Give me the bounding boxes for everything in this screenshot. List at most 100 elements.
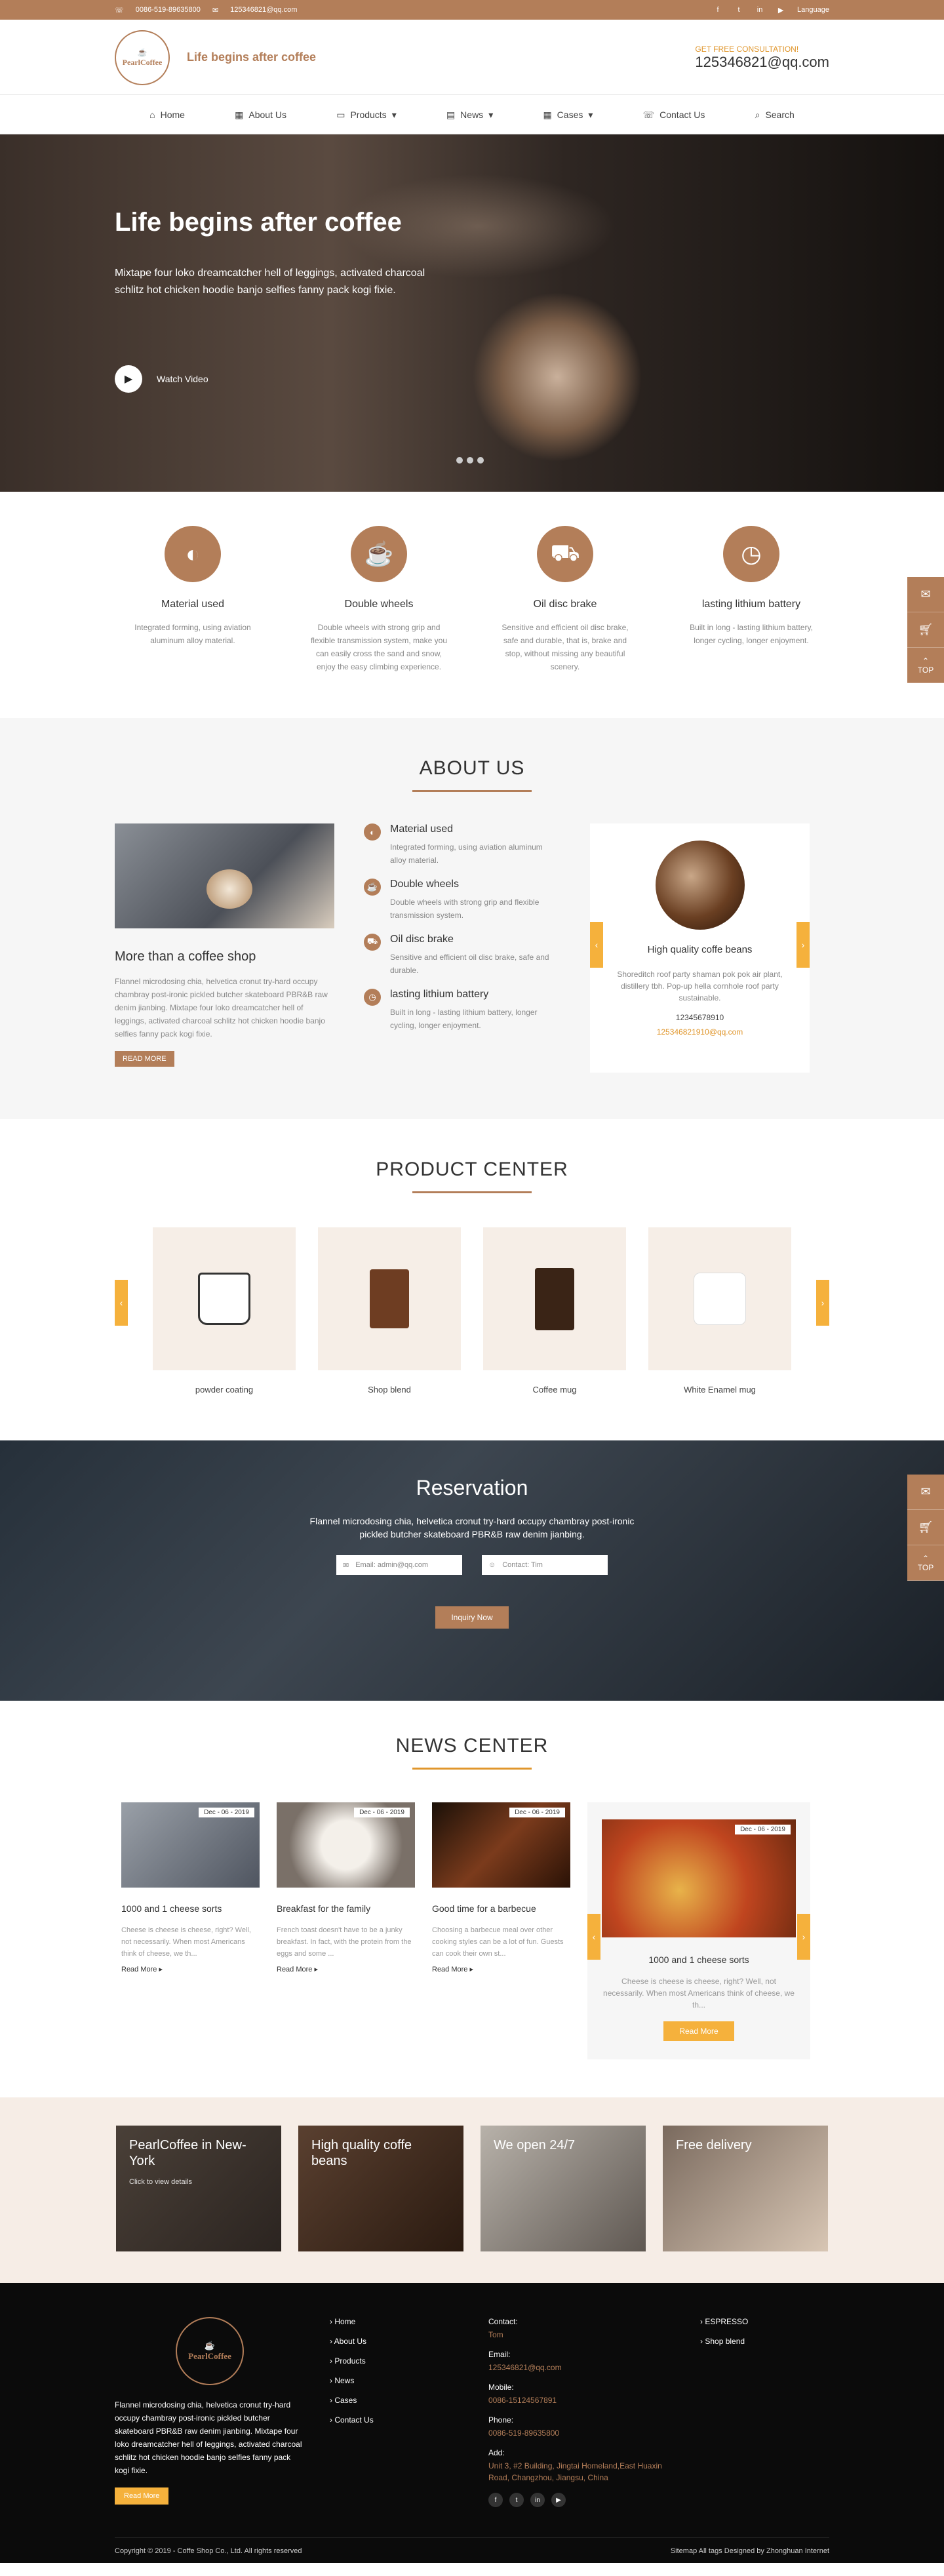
- promo-card[interactable]: High quality coffe beans: [298, 2126, 463, 2251]
- linkedin-icon[interactable]: in: [755, 6, 764, 14]
- news-item[interactable]: Dec - 06 - 2019 Breakfast for the family…: [277, 1802, 415, 2059]
- facebook-icon[interactable]: f: [713, 6, 722, 14]
- youtube-icon[interactable]: ▶: [551, 2493, 566, 2507]
- hero-title: Life begins after coffee: [115, 208, 402, 237]
- consult-label: GET FREE CONSULTATION!: [695, 44, 799, 54]
- card-title: High quality coffe beans: [647, 944, 753, 955]
- enamel-mug-image: [198, 1273, 250, 1325]
- email-field[interactable]: ✉ Email: admin@qq.com: [336, 1555, 462, 1575]
- nav-search[interactable]: ⌕ Search: [755, 109, 795, 121]
- mail-icon[interactable]: ✉: [907, 1475, 944, 1510]
- chevron-down-icon: ▾: [588, 109, 593, 120]
- logo[interactable]: ☕ PearlCoffee Life begins after coffee: [115, 30, 316, 85]
- prev-arrow-icon[interactable]: ‹: [115, 1280, 128, 1326]
- promo-card[interactable]: PearlCoffee in New-York Click to view det…: [116, 2126, 281, 2251]
- about-card-slider: ‹ › High quality coffe beans Shoreditch …: [590, 823, 810, 1073]
- latte-art-image: [115, 823, 334, 928]
- about-item: ◐ Material used Integrated forming, using …: [364, 823, 560, 867]
- top-email: 125346821@qq.com: [230, 6, 298, 14]
- watch-video-button[interactable]: ▶ Watch Video: [115, 365, 208, 393]
- product-card[interactable]: Coffee mug: [483, 1227, 626, 1395]
- next-arrow-icon[interactable]: ›: [796, 922, 810, 968]
- search-icon: ⌕: [755, 109, 760, 120]
- white-mug-image: [694, 1273, 746, 1325]
- back-to-top-button[interactable]: ⌃ TOP: [907, 1545, 944, 1581]
- card-email[interactable]: 125346821910@qq.com: [590, 1027, 810, 1037]
- news-item[interactable]: Dec - 06 - 2019 1000 and 1 cheese sorts C…: [121, 1802, 260, 2059]
- back-to-top-button[interactable]: ⌃ TOP: [907, 648, 944, 683]
- next-arrow-icon[interactable]: ›: [797, 1914, 810, 1960]
- bottom-links[interactable]: Sitemap All tags Designed by Zhonghuan I…: [671, 2547, 829, 2555]
- cart-icon[interactable]: 🛒︎: [907, 612, 944, 648]
- coffee-cup-icon: ☕: [364, 879, 381, 896]
- product-card[interactable]: Shop blend: [318, 1227, 461, 1395]
- slider-dot[interactable]: [467, 457, 473, 464]
- news-item[interactable]: Dec - 06 - 2019 Good time for a barbecue…: [432, 1802, 570, 2059]
- promo-section: PearlCoffee in New-York Click to view det…: [0, 2097, 944, 2283]
- feature-item: ◷ lasting lithium battery Built in long - …: [681, 526, 821, 718]
- chevron-up-icon: ⌃: [922, 656, 930, 665]
- footer-link[interactable]: › About Us: [330, 2337, 488, 2346]
- news-section: NEWS CENTER Dec - 06 - 2019 1000 and 1 c…: [0, 1701, 944, 2097]
- chevron-down-icon: ▾: [488, 109, 494, 120]
- read-more-button[interactable]: READ MORE: [115, 1051, 174, 1067]
- promo-card[interactable]: We open 24/7: [481, 2126, 646, 2251]
- nav-news[interactable]: ▤ News ▾: [446, 109, 493, 121]
- mail-icon[interactable]: ✉: [907, 577, 944, 612]
- facebook-icon[interactable]: f: [488, 2493, 503, 2507]
- about-text: Flannel microdosing chia, helvetica cron…: [115, 977, 328, 1039]
- side-widget: ✉ 🛒︎ ⌃ TOP: [907, 577, 944, 683]
- footer-contact: Contact: Tom Email: 125346821@qq.com Mobil…: [488, 2317, 675, 2507]
- product-card[interactable]: powder coating: [153, 1227, 296, 1395]
- footer-link[interactable]: › Home: [330, 2317, 488, 2326]
- coffee-bean-icon: ◐: [165, 526, 221, 582]
- linkedin-icon[interactable]: in: [530, 2493, 545, 2507]
- hero-text: Mixtape four loko dreamcatcher hell of l…: [115, 268, 425, 296]
- prev-arrow-icon[interactable]: ‹: [590, 922, 603, 968]
- site-footer: ☕ PearlCoffee Flannel microdosing chia, h…: [0, 2283, 944, 2563]
- play-icon: ▶: [115, 365, 142, 393]
- youtube-icon[interactable]: ▶: [776, 6, 785, 14]
- read-more-link[interactable]: Read More ▸: [277, 1965, 415, 1973]
- cart-icon[interactable]: 🛒︎: [907, 1510, 944, 1545]
- read-more-button[interactable]: Read More: [115, 2487, 169, 2505]
- footer-link[interactable]: › Products: [330, 2356, 488, 2366]
- footer-link[interactable]: › News: [330, 2376, 488, 2385]
- clock-icon: ◷: [364, 989, 381, 1006]
- footer-logo[interactable]: ☕ PearlCoffee: [176, 2317, 244, 2385]
- language-link[interactable]: Language: [797, 6, 829, 14]
- promo-card[interactable]: Free delivery: [663, 2126, 828, 2251]
- slider-dot[interactable]: [456, 457, 463, 464]
- twitter-icon[interactable]: t: [734, 6, 743, 14]
- footer-link[interactable]: › ESPRESSO: [700, 2317, 806, 2326]
- next-arrow-icon[interactable]: ›: [816, 1280, 829, 1326]
- nav-about[interactable]: ▦ About Us: [235, 109, 286, 121]
- nav-cases[interactable]: ▦ Cases ▾: [543, 109, 593, 121]
- coffee-bean-icon: ◐: [364, 823, 381, 841]
- user-icon: ☺: [488, 1561, 496, 1569]
- coffee-cup-icon: ☕: [351, 526, 407, 582]
- nav-home[interactable]: ⌂ Home: [149, 109, 185, 120]
- slider-dot[interactable]: [477, 457, 484, 464]
- consult-email[interactable]: 125346821@qq.com: [695, 54, 829, 71]
- feature-item: ⛟ Oil disc brake Sensitive and efficient o…: [495, 526, 635, 718]
- footer-link[interactable]: › Cases: [330, 2396, 488, 2405]
- reservation-title: Reservation: [416, 1476, 528, 1499]
- product-card[interactable]: White Enamel mug: [648, 1227, 791, 1395]
- product-section: PRODUCT CENTER ‹ powder coating Shop ble…: [0, 1119, 944, 1440]
- feature-item: ◐ Material used Integrated forming, using …: [123, 526, 263, 718]
- nav-contact[interactable]: ☏ Contact Us: [643, 109, 705, 121]
- nav-products[interactable]: ▭ Products ▾: [336, 109, 397, 121]
- read-more-link[interactable]: Read More ▸: [432, 1965, 570, 1973]
- copyright: Copyright © 2019 - Coffe Shop Co., Ltd. …: [115, 2547, 302, 2555]
- read-more-button[interactable]: Read More: [663, 2021, 734, 2041]
- prev-arrow-icon[interactable]: ‹: [587, 1914, 600, 1960]
- contact-field[interactable]: ☺ Contact: Tim: [482, 1555, 608, 1575]
- reservation-text: Flannel microdosing chia, helvetica cron…: [309, 1516, 635, 1539]
- twitter-icon[interactable]: t: [509, 2493, 524, 2507]
- phone-icon: ☏: [115, 6, 124, 14]
- read-more-link[interactable]: Read More ▸: [121, 1965, 260, 1973]
- footer-link[interactable]: › Shop blend: [700, 2337, 806, 2346]
- footer-link[interactable]: › Contact Us: [330, 2415, 488, 2425]
- inquiry-button[interactable]: Inquiry Now: [435, 1606, 509, 1629]
